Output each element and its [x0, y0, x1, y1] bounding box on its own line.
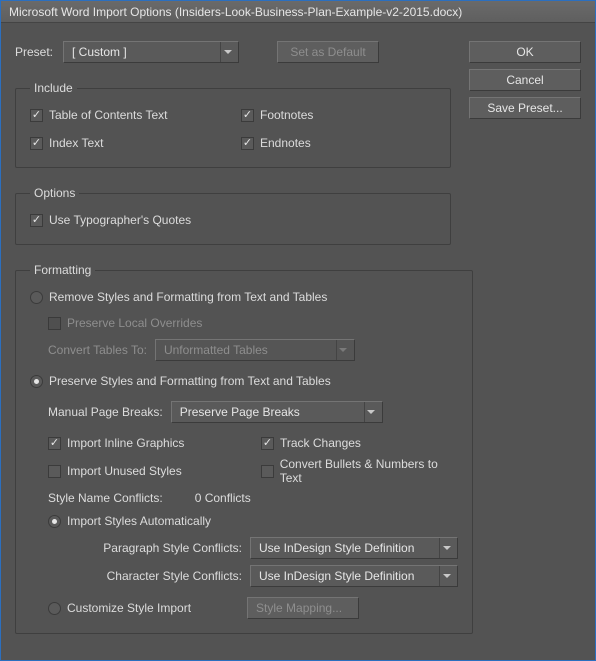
- preserve-local-checkbox-row: Preserve Local Overrides: [30, 313, 458, 333]
- index-checkbox-row[interactable]: Index Text: [30, 133, 225, 153]
- customize-import-label: Customize Style Import: [67, 601, 191, 615]
- chevron-down-icon: [439, 566, 453, 586]
- style-conflicts-value: 0 Conflicts: [195, 491, 251, 505]
- preset-select[interactable]: [ Custom ]: [63, 41, 239, 63]
- style-conflicts-row: Style Name Conflicts: 0 Conflicts: [30, 491, 458, 505]
- options-group: Options Use Typographer's Quotes: [15, 186, 451, 245]
- char-conflicts-select[interactable]: Use InDesign Style Definition: [250, 565, 458, 587]
- endnotes-label: Endnotes: [260, 136, 311, 150]
- customize-import-row: Customize Style Import Style Mapping...: [30, 597, 458, 619]
- dialog-window: Microsoft Word Import Options (Insiders-…: [0, 0, 596, 661]
- radio-icon: [30, 291, 43, 304]
- import-inline-label: Import Inline Graphics: [67, 436, 184, 450]
- convert-tables-value: Unformatted Tables: [164, 343, 268, 357]
- cancel-button[interactable]: Cancel: [469, 69, 581, 91]
- toc-checkbox-row[interactable]: Table of Contents Text: [30, 105, 225, 125]
- footnotes-label: Footnotes: [260, 108, 313, 122]
- import-auto-label: Import Styles Automatically: [67, 514, 211, 528]
- remove-styles-radio-row[interactable]: Remove Styles and Formatting from Text a…: [30, 287, 458, 307]
- include-legend: Include: [30, 81, 77, 95]
- dialog-body: Preset: [ Custom ] Set as Default Includ…: [1, 23, 595, 660]
- ok-button[interactable]: OK: [469, 41, 581, 63]
- preset-row: Preset: [ Custom ] Set as Default: [15, 41, 451, 63]
- include-group: Include Table of Contents Text Footnotes…: [15, 81, 451, 168]
- chevron-down-icon: [336, 340, 350, 360]
- index-label: Index Text: [49, 136, 103, 150]
- convert-bullets-label: Convert Bullets & Numbers to Text: [280, 457, 458, 485]
- radio-icon: [48, 602, 61, 615]
- save-preset-button[interactable]: Save Preset...: [469, 97, 581, 119]
- checkbox-icon: [30, 109, 43, 122]
- preset-value: [ Custom ]: [72, 45, 127, 59]
- track-changes-checkbox-row[interactable]: Track Changes: [261, 433, 458, 453]
- manual-breaks-label: Manual Page Breaks:: [48, 405, 163, 419]
- set-as-default-button[interactable]: Set as Default: [277, 41, 379, 63]
- manual-breaks-row: Manual Page Breaks: Preserve Page Breaks: [30, 401, 458, 423]
- checkbox-icon: [48, 317, 61, 330]
- convert-tables-row: Convert Tables To: Unformatted Tables: [30, 339, 458, 361]
- formatting-legend: Formatting: [30, 263, 95, 277]
- checkbox-icon: [261, 465, 274, 478]
- char-conflicts-row: Character Style Conflicts: Use InDesign …: [30, 565, 458, 587]
- main-column: Preset: [ Custom ] Set as Default Includ…: [15, 41, 451, 646]
- import-unused-checkbox-row[interactable]: Import Unused Styles: [48, 461, 245, 481]
- footnotes-checkbox-row[interactable]: Footnotes: [241, 105, 436, 125]
- import-inline-checkbox-row[interactable]: Import Inline Graphics: [48, 433, 245, 453]
- import-unused-label: Import Unused Styles: [67, 464, 182, 478]
- checkbox-icon: [241, 109, 254, 122]
- chevron-down-icon: [439, 538, 453, 558]
- convert-bullets-checkbox-row[interactable]: Convert Bullets & Numbers to Text: [261, 461, 458, 481]
- char-conflicts-label: Character Style Conflicts:: [82, 569, 242, 583]
- manual-breaks-select[interactable]: Preserve Page Breaks: [171, 401, 383, 423]
- checkbox-icon: [30, 137, 43, 150]
- radio-icon: [30, 375, 43, 388]
- para-conflicts-value: Use InDesign Style Definition: [259, 541, 414, 555]
- toc-label: Table of Contents Text: [49, 108, 168, 122]
- chevron-down-icon: [364, 402, 378, 422]
- para-conflicts-select[interactable]: Use InDesign Style Definition: [250, 537, 458, 559]
- preset-label: Preset:: [15, 45, 53, 59]
- checkbox-icon: [48, 437, 61, 450]
- preserve-styles-label: Preserve Styles and Formatting from Text…: [49, 374, 331, 388]
- titlebar: Microsoft Word Import Options (Insiders-…: [1, 1, 595, 23]
- convert-tables-select: Unformatted Tables: [155, 339, 355, 361]
- formatting-group: Formatting Remove Styles and Formatting …: [15, 263, 473, 634]
- customize-import-radio-row[interactable]: Customize Style Import: [48, 598, 191, 618]
- remove-styles-label: Remove Styles and Formatting from Text a…: [49, 290, 327, 304]
- import-auto-radio-row[interactable]: Import Styles Automatically: [30, 511, 458, 531]
- options-legend: Options: [30, 186, 79, 200]
- preserve-styles-radio-row[interactable]: Preserve Styles and Formatting from Text…: [30, 371, 458, 391]
- checkbox-icon: [241, 137, 254, 150]
- chevron-down-icon: [220, 42, 234, 62]
- style-conflicts-label: Style Name Conflicts:: [48, 491, 163, 505]
- endnotes-checkbox-row[interactable]: Endnotes: [241, 133, 436, 153]
- preserve-local-label: Preserve Local Overrides: [67, 316, 202, 330]
- para-conflicts-row: Paragraph Style Conflicts: Use InDesign …: [30, 537, 458, 559]
- convert-tables-label: Convert Tables To:: [48, 343, 147, 357]
- radio-icon: [48, 515, 61, 528]
- para-conflicts-label: Paragraph Style Conflicts:: [82, 541, 242, 555]
- button-column: OK Cancel Save Preset...: [469, 41, 581, 646]
- manual-breaks-value: Preserve Page Breaks: [180, 405, 300, 419]
- window-title: Microsoft Word Import Options (Insiders-…: [9, 5, 462, 19]
- typographers-label: Use Typographer's Quotes: [49, 213, 191, 227]
- typographers-checkbox-row[interactable]: Use Typographer's Quotes: [30, 210, 436, 230]
- char-conflicts-value: Use InDesign Style Definition: [259, 569, 414, 583]
- style-mapping-button[interactable]: Style Mapping...: [247, 597, 359, 619]
- checkbox-icon: [261, 437, 274, 450]
- checkbox-icon: [48, 465, 61, 478]
- checkbox-icon: [30, 214, 43, 227]
- track-changes-label: Track Changes: [280, 436, 361, 450]
